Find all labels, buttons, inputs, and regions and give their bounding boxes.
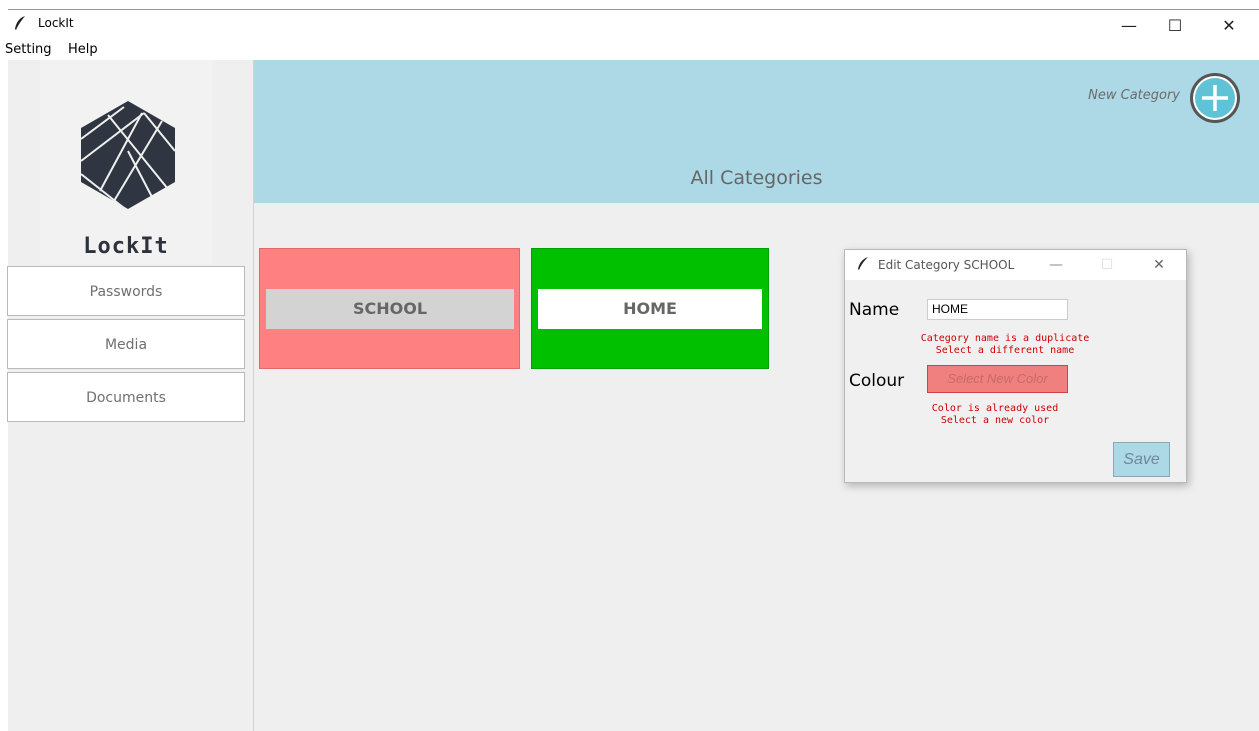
window-titlebar <box>0 10 1259 40</box>
name-label: Name <box>849 300 900 320</box>
minimize-button[interactable]: — <box>1106 12 1152 40</box>
color-error-line2: Select a new color <box>940 415 1050 426</box>
category-label-school[interactable]: SCHOOL <box>266 289 514 329</box>
category-card-school[interactable]: SCHOOL <box>259 248 520 369</box>
new-category-label: New Category <box>1088 88 1180 103</box>
feather-icon <box>858 257 868 270</box>
dialog-minimize-button[interactable]: — <box>1041 252 1071 278</box>
nav-media[interactable]: Media <box>7 319 245 369</box>
category-name-input[interactable]: HOME <box>927 299 1068 320</box>
nav-passwords[interactable]: Passwords <box>7 266 245 316</box>
add-category-icon[interactable] <box>1189 72 1241 124</box>
nav-documents[interactable]: Documents <box>7 372 245 422</box>
category-card-home[interactable]: HOME <box>531 248 769 369</box>
menu-help[interactable]: Help <box>68 42 98 57</box>
colour-label: Colour <box>849 371 905 391</box>
dialog-title: Edit Category SCHOOL <box>878 258 1015 272</box>
feather-icon <box>15 16 25 30</box>
app-name: LockIt <box>83 234 169 259</box>
dialog-maximize-button: ☐ <box>1100 257 1114 273</box>
maximize-button[interactable]: ☐ <box>1152 12 1198 40</box>
save-button[interactable]: Save <box>1113 442 1170 477</box>
select-color-button[interactable]: Select New Color <box>927 365 1068 393</box>
lockit-logo-icon <box>80 101 176 209</box>
name-error-line1: Category name is a duplicate <box>920 333 1090 344</box>
close-button[interactable]: ✕ <box>1206 12 1252 40</box>
color-error-line1: Color is already used <box>931 403 1059 414</box>
dialog-close-button[interactable]: ✕ <box>1144 252 1174 278</box>
page-title: All Categories <box>690 167 823 189</box>
name-error-line2: Select a different name <box>935 345 1075 356</box>
menu-bar <box>0 40 1259 60</box>
window-title: LockIt <box>38 16 74 30</box>
menu-setting[interactable]: Setting <box>5 42 52 57</box>
category-label-home[interactable]: HOME <box>538 289 762 329</box>
